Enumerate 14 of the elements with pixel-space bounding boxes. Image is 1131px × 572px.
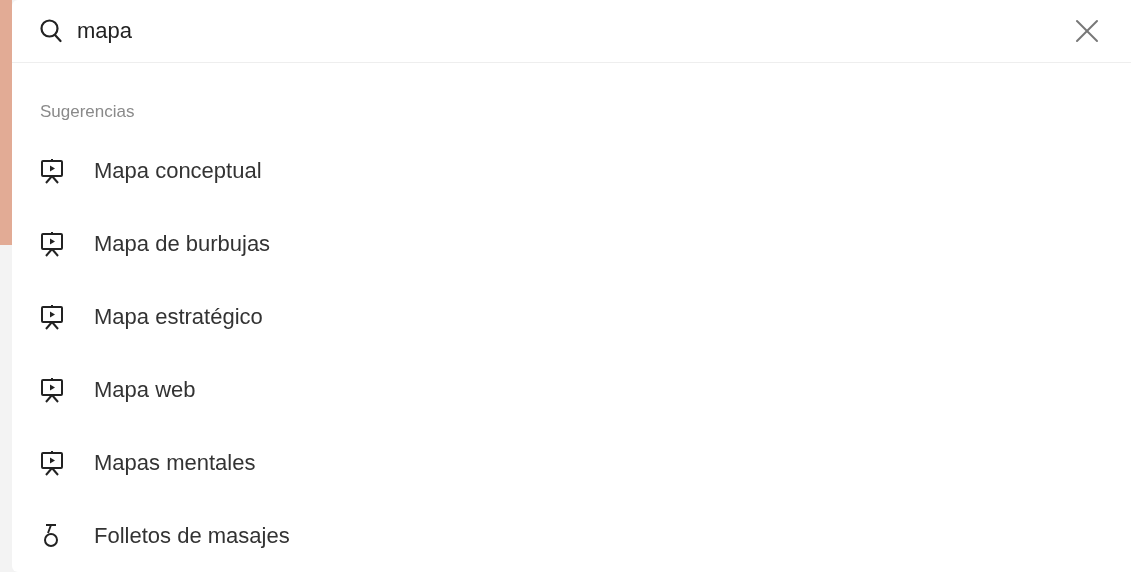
- suggestion-item[interactable]: Mapas mentales: [40, 426, 272, 499]
- suggestions-heading: Sugerencias: [40, 100, 135, 123]
- suggestion-item[interactable]: Mapa web: [40, 353, 212, 426]
- search-field[interactable]: mapa: [77, 14, 1071, 48]
- presentation-icon: [40, 376, 64, 403]
- presentation-icon: [40, 303, 64, 330]
- suggestion-item[interactable]: Mapa de burbujas: [40, 207, 287, 280]
- suggestion-item[interactable]: Folletos de masajes: [40, 499, 306, 572]
- suggestion-item[interactable]: Mapa conceptual: [40, 134, 278, 207]
- presentation-icon: [40, 230, 64, 257]
- presentation-icon: [40, 449, 64, 476]
- suggestion-item[interactable]: Mapa estratégico: [40, 280, 279, 353]
- presentation-icon: [40, 157, 64, 184]
- search-icon: [40, 18, 62, 43]
